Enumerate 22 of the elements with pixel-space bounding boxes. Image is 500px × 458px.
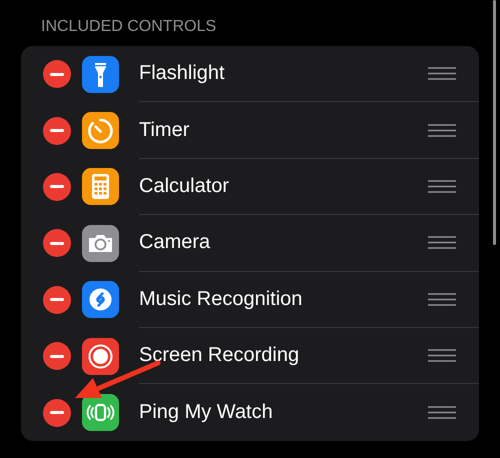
remove-button[interactable] <box>43 172 71 201</box>
drag-handle-icon[interactable] <box>428 406 456 420</box>
control-label: Camera <box>139 231 212 254</box>
control-label: Flashlight <box>139 62 226 86</box>
remove-button[interactable] <box>43 229 71 258</box>
remove-button[interactable] <box>43 116 71 145</box>
drag-handle-icon[interactable] <box>428 236 456 250</box>
drag-handle-icon[interactable] <box>428 349 456 362</box>
remove-button[interactable] <box>43 342 71 370</box>
control-label: Screen Recording <box>139 344 300 368</box>
drag-handle-icon[interactable] <box>428 292 456 306</box>
drag-handle-icon[interactable] <box>428 180 456 193</box>
control-label: Ping My Watch <box>139 401 274 424</box>
remove-button[interactable] <box>43 60 71 88</box>
drag-handle-icon[interactable] <box>428 124 456 137</box>
control-label: Music Recognition <box>139 288 304 311</box>
remove-button[interactable] <box>43 286 71 314</box>
drag-handle-icon[interactable] <box>428 67 456 80</box>
remove-button[interactable] <box>43 398 71 427</box>
section-header: INCLUDED CONTROLS <box>41 18 216 36</box>
control-label: Timer <box>139 118 190 142</box>
control-label: Calculator <box>139 174 230 198</box>
